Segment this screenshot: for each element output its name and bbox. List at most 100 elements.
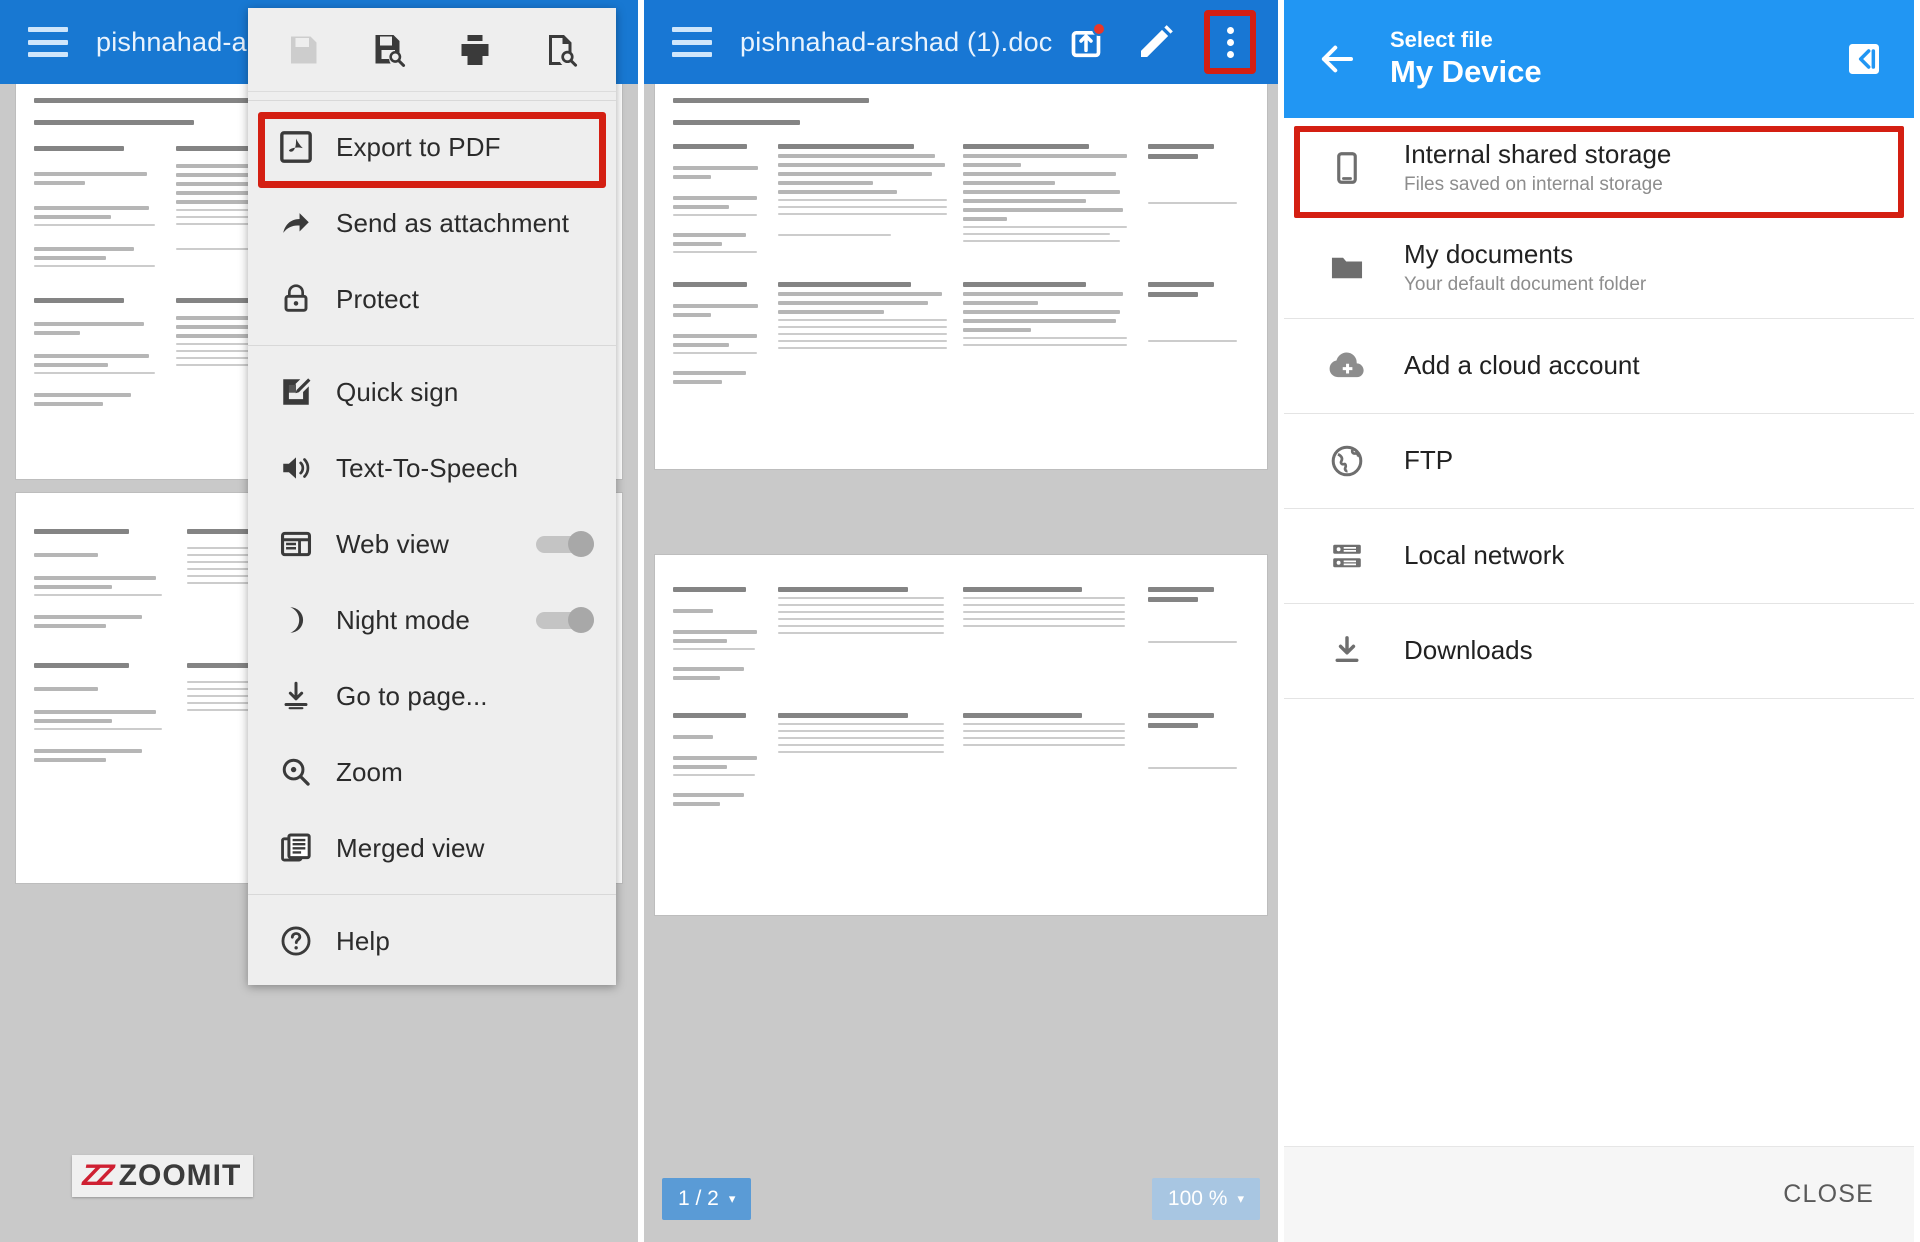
document-page-content bbox=[655, 555, 1267, 825]
picker-footer: CLOSE bbox=[1284, 1146, 1914, 1242]
zoomit-logo-text: ZOOMIT bbox=[118, 1159, 242, 1192]
picker-titles: Select file My Device bbox=[1390, 26, 1840, 92]
menu-divider bbox=[248, 894, 616, 895]
menu-item-web-view[interactable]: Web view bbox=[248, 506, 616, 582]
share-arrow-icon bbox=[270, 206, 322, 240]
panel-document-with-menu: pishnahad-arsha Export to PDF Send as at… bbox=[0, 0, 638, 1242]
quick-sign-icon bbox=[270, 375, 322, 409]
menu-item-label: Text-To-Speech bbox=[336, 452, 519, 483]
mid-appbar-actions bbox=[1064, 10, 1260, 74]
picker-item-title: FTP bbox=[1404, 445, 1454, 476]
picker-item-texts: FTP bbox=[1404, 445, 1453, 476]
upload-cloud-icon[interactable] bbox=[1064, 20, 1108, 64]
picker-item-texts: Internal shared storage Files saved on i… bbox=[1404, 139, 1671, 197]
go-to-page-icon bbox=[270, 679, 322, 713]
picker-item-subtitle: Your default document folder bbox=[1404, 274, 1647, 296]
panel-file-picker: Select file My Device Internal shared st… bbox=[1278, 0, 1914, 1242]
menu-item-label: Web view bbox=[336, 528, 450, 559]
web-view-toggle[interactable] bbox=[536, 531, 594, 557]
notification-badge bbox=[1092, 22, 1106, 36]
save-icon[interactable] bbox=[277, 24, 329, 76]
menu-item-label: Quick sign bbox=[336, 376, 459, 407]
menu-item-zoom[interactable]: Zoom bbox=[248, 734, 616, 810]
chevron-down-icon: ▾ bbox=[1237, 1191, 1244, 1206]
picker-item-texts: Local network bbox=[1404, 540, 1564, 571]
menu-item-export-to-pdf[interactable]: Export to PDF bbox=[248, 109, 616, 185]
picker-item-title: Downloads bbox=[1404, 635, 1533, 666]
picker-item-texts: Add a cloud account bbox=[1404, 350, 1640, 381]
magnifier-icon bbox=[270, 755, 322, 789]
help-icon bbox=[270, 924, 322, 958]
menu-divider bbox=[248, 345, 616, 346]
picker-item-my-documents[interactable]: My documents Your default document folde… bbox=[1284, 218, 1914, 318]
picker-item-title: Internal shared storage bbox=[1404, 139, 1672, 169]
print-preview-icon[interactable] bbox=[535, 24, 587, 76]
overflow-menu-popup[interactable]: Export to PDF Send as attachment Protect… bbox=[248, 8, 616, 985]
overflow-menu-button[interactable] bbox=[1204, 10, 1256, 74]
panel-document-viewer: pishnahad-arshad (1).doc 1 / 2 ▾ 100 % ▾ bbox=[638, 0, 1278, 1242]
globe-icon bbox=[1310, 443, 1384, 479]
page-indicator-chip[interactable]: 1 / 2 ▾ bbox=[662, 1178, 752, 1220]
picker-list: Internal shared storage Files saved on i… bbox=[1284, 118, 1914, 1146]
screenshot-root: pishnahad-arsha Export to PDF Send as at… bbox=[0, 0, 1920, 1242]
picker-item-texts: My documents Your default document folde… bbox=[1404, 239, 1646, 297]
picker-item-internal-shared-storage[interactable]: Internal shared storage Files saved on i… bbox=[1284, 118, 1914, 218]
menu-item-help[interactable]: Help bbox=[248, 903, 616, 979]
overflow-menu-toolbar bbox=[248, 8, 616, 92]
picker-item-ftp[interactable]: FTP bbox=[1284, 414, 1914, 508]
picker-item-add-a-cloud-account[interactable]: Add a cloud account bbox=[1284, 319, 1914, 413]
picker-item-texts: Downloads bbox=[1404, 635, 1533, 666]
picker-item-title: Add a cloud account bbox=[1404, 350, 1640, 381]
picker-item-local-network[interactable]: Local network bbox=[1284, 509, 1914, 603]
picker-item-downloads[interactable]: Downloads bbox=[1284, 604, 1914, 698]
menu-item-label: Merged view bbox=[336, 832, 485, 863]
speaker-icon bbox=[270, 451, 322, 485]
lock-icon bbox=[270, 283, 322, 315]
new-folder-icon[interactable] bbox=[1840, 35, 1888, 83]
zoomit-watermark: ZZ ZOOMIT bbox=[72, 1155, 254, 1197]
back-arrow-icon[interactable] bbox=[1310, 38, 1364, 80]
zoom-level-label: 100 % bbox=[1167, 1187, 1228, 1210]
menu-item-quick-sign[interactable]: Quick sign bbox=[248, 354, 616, 430]
chevron-down-icon: ▾ bbox=[728, 1191, 736, 1206]
hamburger-icon[interactable] bbox=[672, 27, 712, 57]
menu-item-label: Go to page... bbox=[336, 680, 488, 711]
close-button[interactable]: CLOSE bbox=[1783, 1180, 1874, 1209]
menu-item-go-to-page[interactable]: Go to page... bbox=[248, 658, 616, 734]
list-divider bbox=[1284, 698, 1914, 699]
server-icon bbox=[1310, 538, 1384, 574]
menu-item-night-mode[interactable]: Night mode bbox=[248, 582, 616, 658]
night-mode-toggle[interactable] bbox=[536, 607, 594, 633]
picker-appbar: Select file My Device bbox=[1284, 0, 1914, 118]
picker-item-title: Local network bbox=[1404, 540, 1565, 571]
pdf-icon bbox=[270, 130, 322, 164]
web-view-icon bbox=[270, 527, 322, 561]
menu-item-merged-view[interactable]: Merged view bbox=[248, 810, 616, 886]
viewer-bottom-bar: 1 / 2 ▾ 100 % ▾ bbox=[644, 1178, 1278, 1220]
menu-item-text-to-speech[interactable]: Text-To-Speech bbox=[248, 430, 616, 506]
menu-divider bbox=[248, 100, 616, 101]
zoom-level-chip[interactable]: 100 % ▾ bbox=[1151, 1178, 1260, 1220]
pencil-icon[interactable] bbox=[1134, 20, 1178, 64]
menu-item-label: Help bbox=[336, 925, 390, 956]
menu-item-label: Protect bbox=[336, 283, 420, 314]
menu-item-label: Send as attachment bbox=[336, 207, 570, 238]
picker-title: My Device bbox=[1390, 54, 1542, 90]
zoomit-logo-mark: ZZ bbox=[82, 1159, 115, 1192]
menu-item-protect[interactable]: Protect bbox=[248, 261, 616, 337]
cloud-add-icon bbox=[1310, 347, 1384, 385]
merged-view-icon bbox=[270, 831, 322, 865]
print-icon[interactable] bbox=[449, 24, 501, 76]
menu-item-send-as-attachment[interactable]: Send as attachment bbox=[248, 185, 616, 261]
hamburger-icon[interactable] bbox=[28, 27, 68, 57]
save-as-icon[interactable] bbox=[363, 24, 415, 76]
picker-item-title: My documents bbox=[1404, 239, 1574, 269]
menu-item-label: Zoom bbox=[336, 756, 403, 787]
kebab-menu-icon bbox=[1226, 26, 1234, 58]
download-icon bbox=[1310, 633, 1384, 669]
mid-document-canvas[interactable] bbox=[644, 84, 1278, 1242]
page-indicator-label: 1 / 2 bbox=[678, 1187, 719, 1210]
menu-item-label: Export to PDF bbox=[336, 131, 501, 162]
picker-item-subtitle: Files saved on internal storage bbox=[1404, 174, 1663, 196]
mid-appbar-title: pishnahad-arshad (1).doc bbox=[740, 26, 1053, 57]
